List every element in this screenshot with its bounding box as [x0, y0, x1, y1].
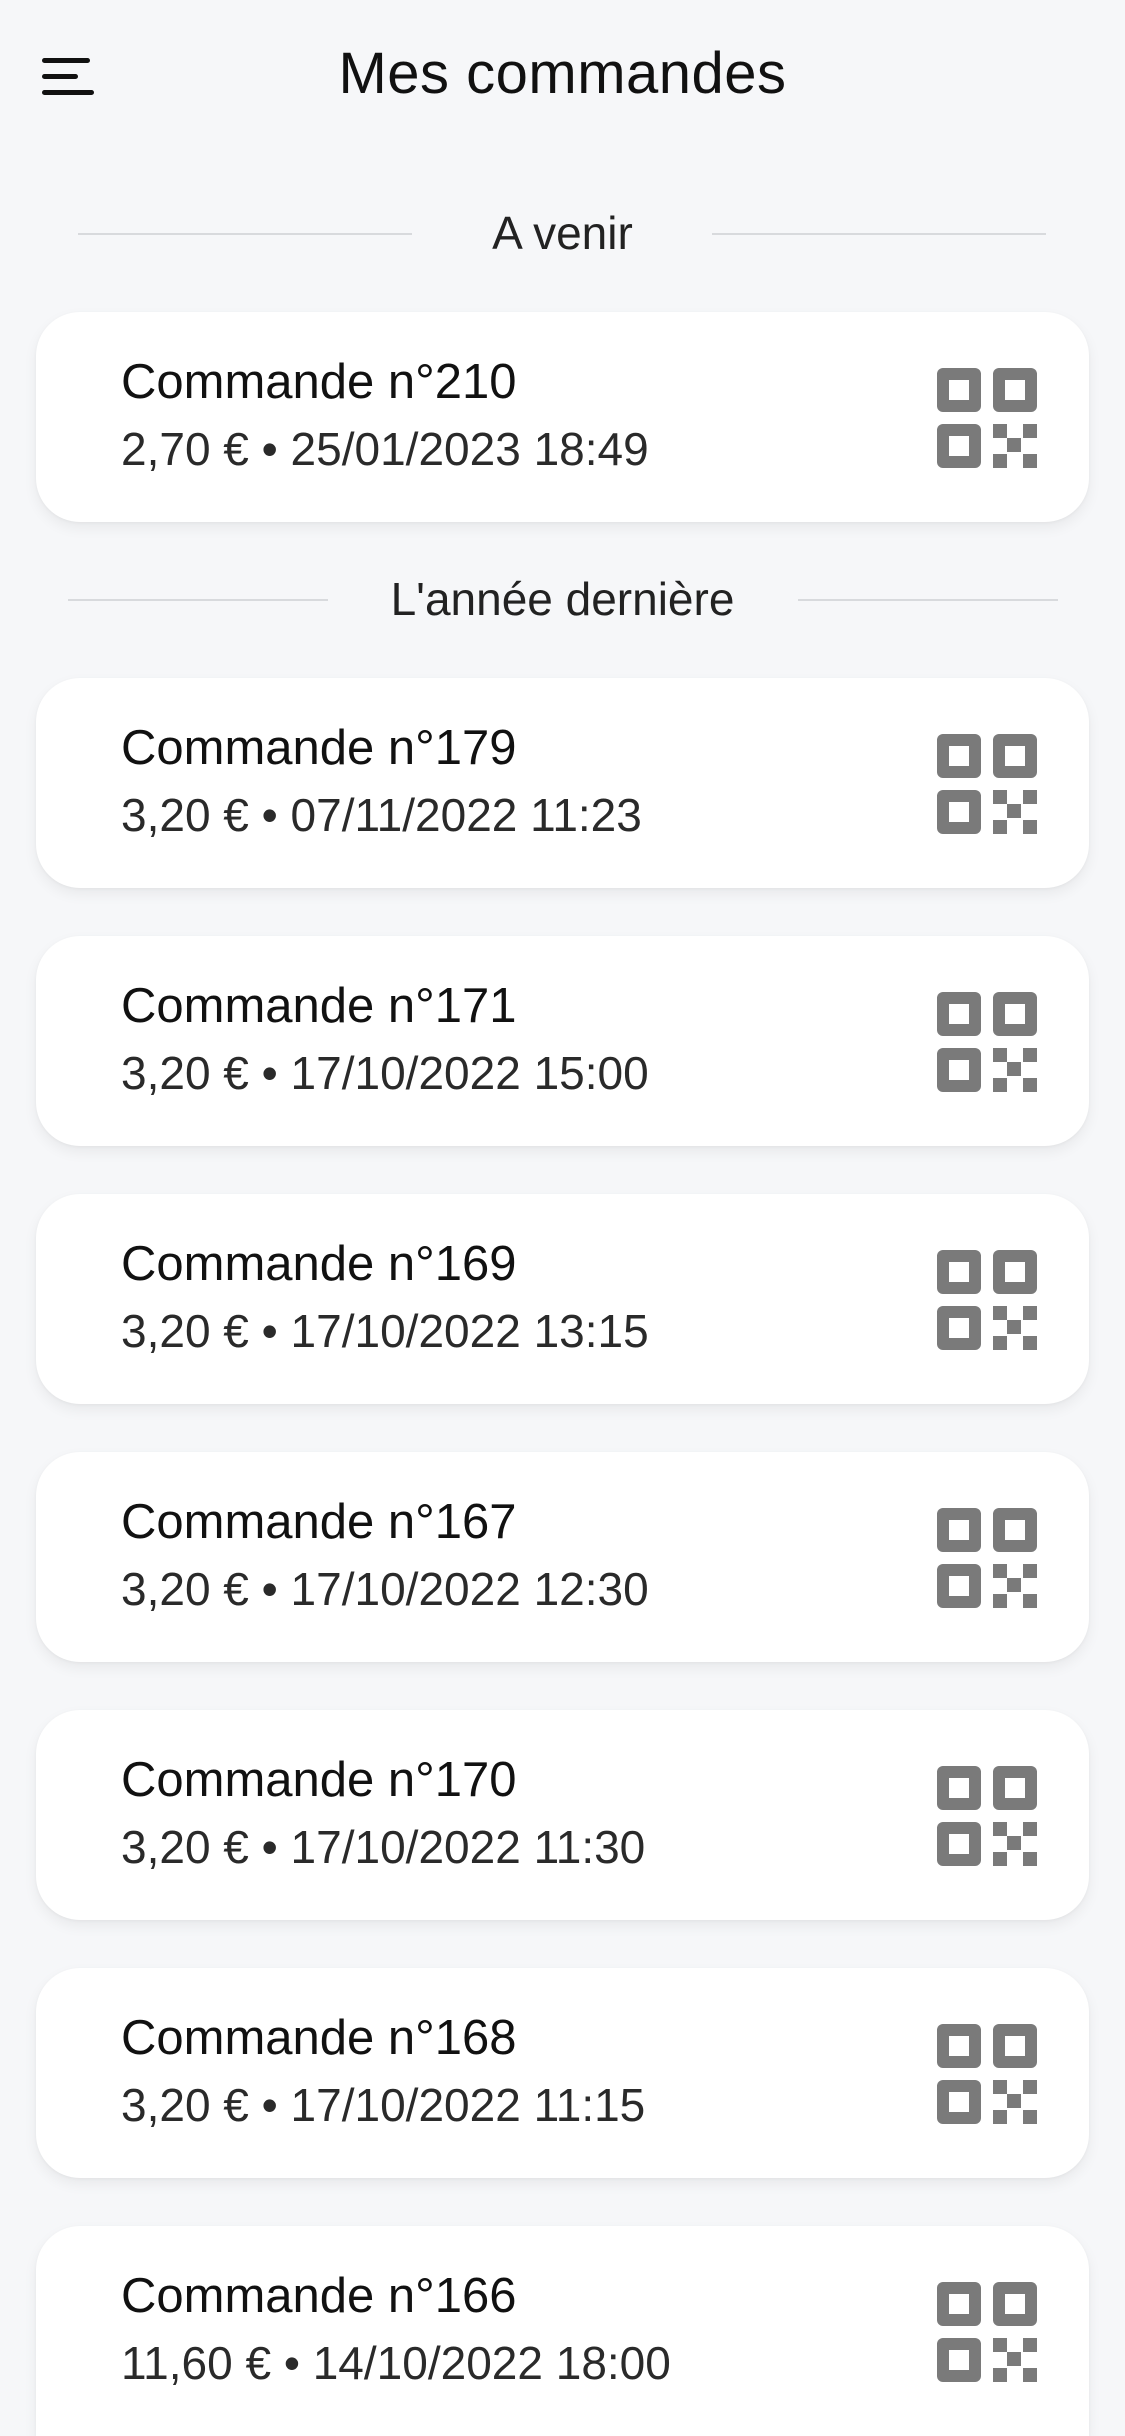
qr-code-icon [937, 2024, 1037, 2124]
order-card[interactable]: Commande n°166 11,60 € • 14/10/2022 18:0… [36, 2226, 1089, 2436]
qr-code-icon [937, 368, 1037, 468]
order-title: Commande n°168 [121, 2011, 517, 2065]
order-price-date: 3,20 € • 17/10/2022 11:30 [121, 1821, 646, 1873]
app-screen: Mes commandes A venir Commande n°210 2,7… [0, 0, 1125, 2436]
qr-code-button[interactable] [937, 2024, 1037, 2124]
qr-code-icon [937, 992, 1037, 1092]
order-title: Commande n°171 [121, 979, 517, 1033]
qr-code-button[interactable] [937, 2282, 1037, 2382]
section-label: L'année dernière [390, 573, 735, 625]
order-card[interactable]: Commande n°170 3,20 € • 17/10/2022 11:30 [36, 1710, 1089, 1920]
qr-code-button[interactable] [937, 1250, 1037, 1350]
qr-code-button[interactable] [937, 1766, 1037, 1866]
qr-code-button[interactable] [937, 1508, 1037, 1608]
order-price-date: 3,20 € • 17/10/2022 15:00 [121, 1047, 649, 1099]
order-price-date: 3,20 € • 17/10/2022 12:30 [121, 1563, 649, 1615]
order-title: Commande n°170 [121, 1753, 517, 1807]
qr-code-icon [937, 1766, 1037, 1866]
order-price-date: 3,20 € • 17/10/2022 13:15 [121, 1305, 649, 1357]
order-card[interactable]: Commande n°168 3,20 € • 17/10/2022 11:15 [36, 1968, 1089, 2178]
section-header-upcoming: A venir [0, 203, 1125, 263]
page-title: Mes commandes [338, 41, 787, 106]
top-bar: Mes commandes [0, 0, 1125, 150]
section-header-last-year: L'année dernière [0, 569, 1125, 629]
qr-code-button[interactable] [937, 368, 1037, 468]
order-price-date: 2,70 € • 25/01/2023 18:49 [121, 423, 649, 475]
order-title: Commande n°167 [121, 1495, 517, 1549]
order-title: Commande n°169 [121, 1237, 517, 1291]
order-price-date: 11,60 € • 14/10/2022 18:00 [121, 2337, 671, 2389]
section-label: A venir [492, 207, 633, 259]
order-price-date: 3,20 € • 17/10/2022 11:15 [121, 2079, 646, 2131]
qr-code-icon [937, 1508, 1037, 1608]
qr-code-button[interactable] [937, 734, 1037, 834]
order-title: Commande n°210 [121, 355, 517, 409]
order-price-date: 3,20 € • 07/11/2022 11:23 [121, 789, 642, 841]
qr-code-icon [937, 1250, 1037, 1350]
order-card[interactable]: Commande n°171 3,20 € • 17/10/2022 15:00 [36, 936, 1089, 1146]
order-card[interactable]: Commande n°167 3,20 € • 17/10/2022 12:30 [36, 1452, 1089, 1662]
qr-code-button[interactable] [937, 992, 1037, 1092]
order-card[interactable]: Commande n°169 3,20 € • 17/10/2022 13:15 [36, 1194, 1089, 1404]
order-title: Commande n°166 [121, 2269, 517, 2323]
order-card[interactable]: Commande n°210 2,70 € • 25/01/2023 18:49 [36, 312, 1089, 522]
qr-code-icon [937, 2282, 1037, 2382]
qr-code-icon [937, 734, 1037, 834]
order-title: Commande n°179 [121, 721, 517, 775]
order-card[interactable]: Commande n°179 3,20 € • 07/11/2022 11:23 [36, 678, 1089, 888]
